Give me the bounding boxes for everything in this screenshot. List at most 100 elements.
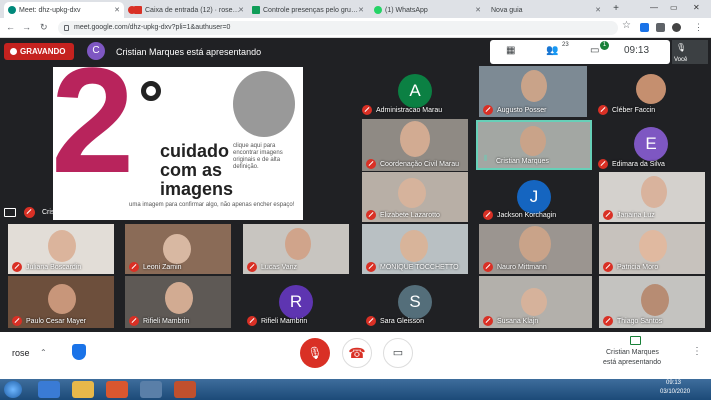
participant-tile[interactable]: S Sara Gleisson — [362, 276, 468, 328]
back-icon[interactable]: ← — [6, 22, 15, 32]
participant-video — [48, 230, 76, 262]
powerpoint-icon[interactable] — [174, 381, 196, 398]
mic-off-icon — [247, 262, 257, 272]
close-tab-icon[interactable]: ✕ — [595, 6, 601, 14]
present-screen-icon — [4, 208, 16, 217]
whatsapp-favicon-icon — [374, 6, 382, 14]
slide-subtitle: clique aqui para encontrar imagens origi… — [233, 143, 283, 170]
hang-up-button[interactable]: ☎ — [342, 338, 372, 368]
new-tab-button[interactable]: + — [610, 3, 622, 15]
explorer-icon[interactable] — [72, 381, 94, 398]
mic-toggle-button[interactable]: 🎙 — [300, 338, 330, 368]
participant-video — [398, 178, 426, 208]
reload-icon[interactable]: ↻ — [40, 22, 48, 33]
participant-tile[interactable]: E Edimara da Silva — [594, 119, 711, 171]
shield-icon[interactable] — [72, 344, 86, 360]
mic-off-icon — [483, 262, 493, 272]
user-name: rose — [12, 348, 30, 358]
tab-new[interactable]: Nova guia ✕ — [487, 2, 605, 18]
menu-icon[interactable]: ⋮ — [694, 22, 703, 33]
participant-tile[interactable]: Lucas Vanz — [243, 224, 349, 274]
maximize-icon[interactable]: ▭ — [670, 3, 678, 12]
start-button[interactable] — [4, 381, 22, 398]
participant-tile[interactable]: Leoni Zamin — [125, 224, 231, 274]
participant-avatar: S — [398, 285, 432, 319]
presentation-tile[interactable]: 2 cuidado com as imagens clique aqui par… — [0, 66, 355, 221]
participant-tile[interactable]: Elizabete Lazarotto — [362, 172, 468, 222]
camera-button[interactable]: ▭ — [383, 338, 413, 368]
participant-tile[interactable]: MONIQUE TOCCHETTO — [362, 224, 468, 274]
close-tab-icon[interactable]: ✕ — [475, 6, 481, 14]
speaking-icon: ⦀ — [484, 154, 488, 163]
tab-sheets[interactable]: Controle presenças pelo gru… ✕ — [248, 2, 368, 18]
close-window-icon[interactable]: ✕ — [693, 3, 700, 12]
browser-tab-bar: Meet: dhz-upkg-dxv ✕ Caixa de entrada (12… — [0, 0, 711, 18]
mic-off-icon — [24, 207, 35, 218]
taskbar-time: 09:13 — [666, 380, 682, 386]
star-icon[interactable]: ☆ — [622, 20, 631, 31]
presenter-label: Cristian Marques — [42, 209, 95, 216]
forward-icon[interactable]: → — [22, 22, 31, 32]
participant-tile[interactable]: Augusto Posser — [479, 66, 587, 117]
participant-tile[interactable]: Janaina Luz — [599, 172, 705, 222]
participant-tile[interactable]: Cléber Faccin — [594, 66, 711, 117]
mic-off-icon — [129, 316, 139, 326]
extension-icon[interactable] — [640, 23, 649, 32]
mic-off-icon — [12, 262, 22, 272]
mic-off-icon — [598, 159, 608, 169]
gmail-favicon-icon — [134, 6, 142, 14]
more-options-icon[interactable]: ⋮ — [692, 346, 702, 357]
participant-video — [639, 230, 667, 262]
participant-video — [400, 230, 428, 262]
self-view-tile[interactable]: 🎙 Você — [672, 40, 708, 64]
chrome-icon[interactable] — [140, 381, 162, 398]
people-icon[interactable]: 👥 — [546, 45, 558, 56]
participant-tile[interactable]: Patricia Moro — [599, 224, 705, 274]
minimize-icon[interactable]: — — [650, 3, 658, 12]
degree-symbol — [141, 81, 161, 101]
chat-icon[interactable]: ▭ — [590, 45, 599, 56]
close-tab-icon[interactable]: ✕ — [358, 6, 364, 14]
ie-icon[interactable] — [38, 381, 60, 398]
participant-tile[interactable]: Nauro Mittmann — [479, 224, 592, 274]
close-tab-icon[interactable]: ✕ — [238, 6, 244, 14]
participant-avatar: J — [517, 180, 551, 214]
mic-off-icon — [129, 262, 139, 272]
mic-off-icon — [483, 105, 493, 115]
tab-meet[interactable]: Meet: dhz-upkg-dxv ✕ — [4, 2, 124, 18]
participant-video — [519, 226, 551, 262]
participant-video — [285, 228, 311, 260]
tab-gmail[interactable]: Caixa de entrada (12) · rose… ✕ — [130, 2, 248, 18]
tab-whatsapp[interactable]: (1) WhatsApp ✕ — [370, 2, 485, 18]
participant-tile[interactable]: Rifieli Mambrin — [125, 276, 231, 328]
participant-video — [520, 126, 546, 156]
participant-tile[interactable]: Coordenação Civil Marau — [362, 119, 468, 171]
participant-video — [641, 176, 667, 208]
participant-tile[interactable]: R Rifieli Mambrin — [243, 276, 349, 328]
slide-number: 2 — [53, 67, 135, 204]
close-tab-icon[interactable]: ✕ — [114, 6, 120, 14]
chevron-up-icon[interactable]: ⌃ — [40, 348, 47, 357]
slide-footer: uma imagem para confirmar algo, não apen… — [129, 202, 295, 208]
profile-avatar[interactable] — [672, 23, 681, 32]
mic-off-icon: 🎙 — [676, 43, 687, 52]
slide-portrait-image — [233, 71, 295, 137]
media-player-icon[interactable] — [106, 381, 128, 398]
url-field[interactable]: meet.google.com/dhz-upkg-dxv?pli=1&authu… — [58, 21, 618, 35]
participant-tile[interactable]: A Administracao Marau — [358, 66, 474, 117]
puzzle-icon[interactable] — [656, 23, 665, 32]
mic-off-icon — [603, 262, 613, 272]
grid-layout-icon[interactable]: ▦ — [506, 45, 515, 56]
participant-tile[interactable]: Susana Klajn — [479, 276, 592, 328]
chat-count-badge: 1 — [600, 41, 609, 50]
mic-off-icon — [366, 210, 376, 220]
participant-video — [521, 70, 547, 102]
mic-off-icon — [12, 316, 22, 326]
present-screen-icon[interactable] — [630, 336, 641, 345]
participant-tile-speaking[interactable]: ⦀ Cristian Marques — [476, 120, 592, 170]
participant-video — [165, 282, 193, 314]
participant-tile[interactable]: Paulo Cesar Mayer — [8, 276, 114, 328]
participant-tile[interactable]: J Jackson Korchagin — [479, 172, 592, 222]
participant-tile[interactable]: Thiago Santos — [599, 276, 705, 328]
participant-tile[interactable]: Juliana Boscardin — [8, 224, 114, 274]
